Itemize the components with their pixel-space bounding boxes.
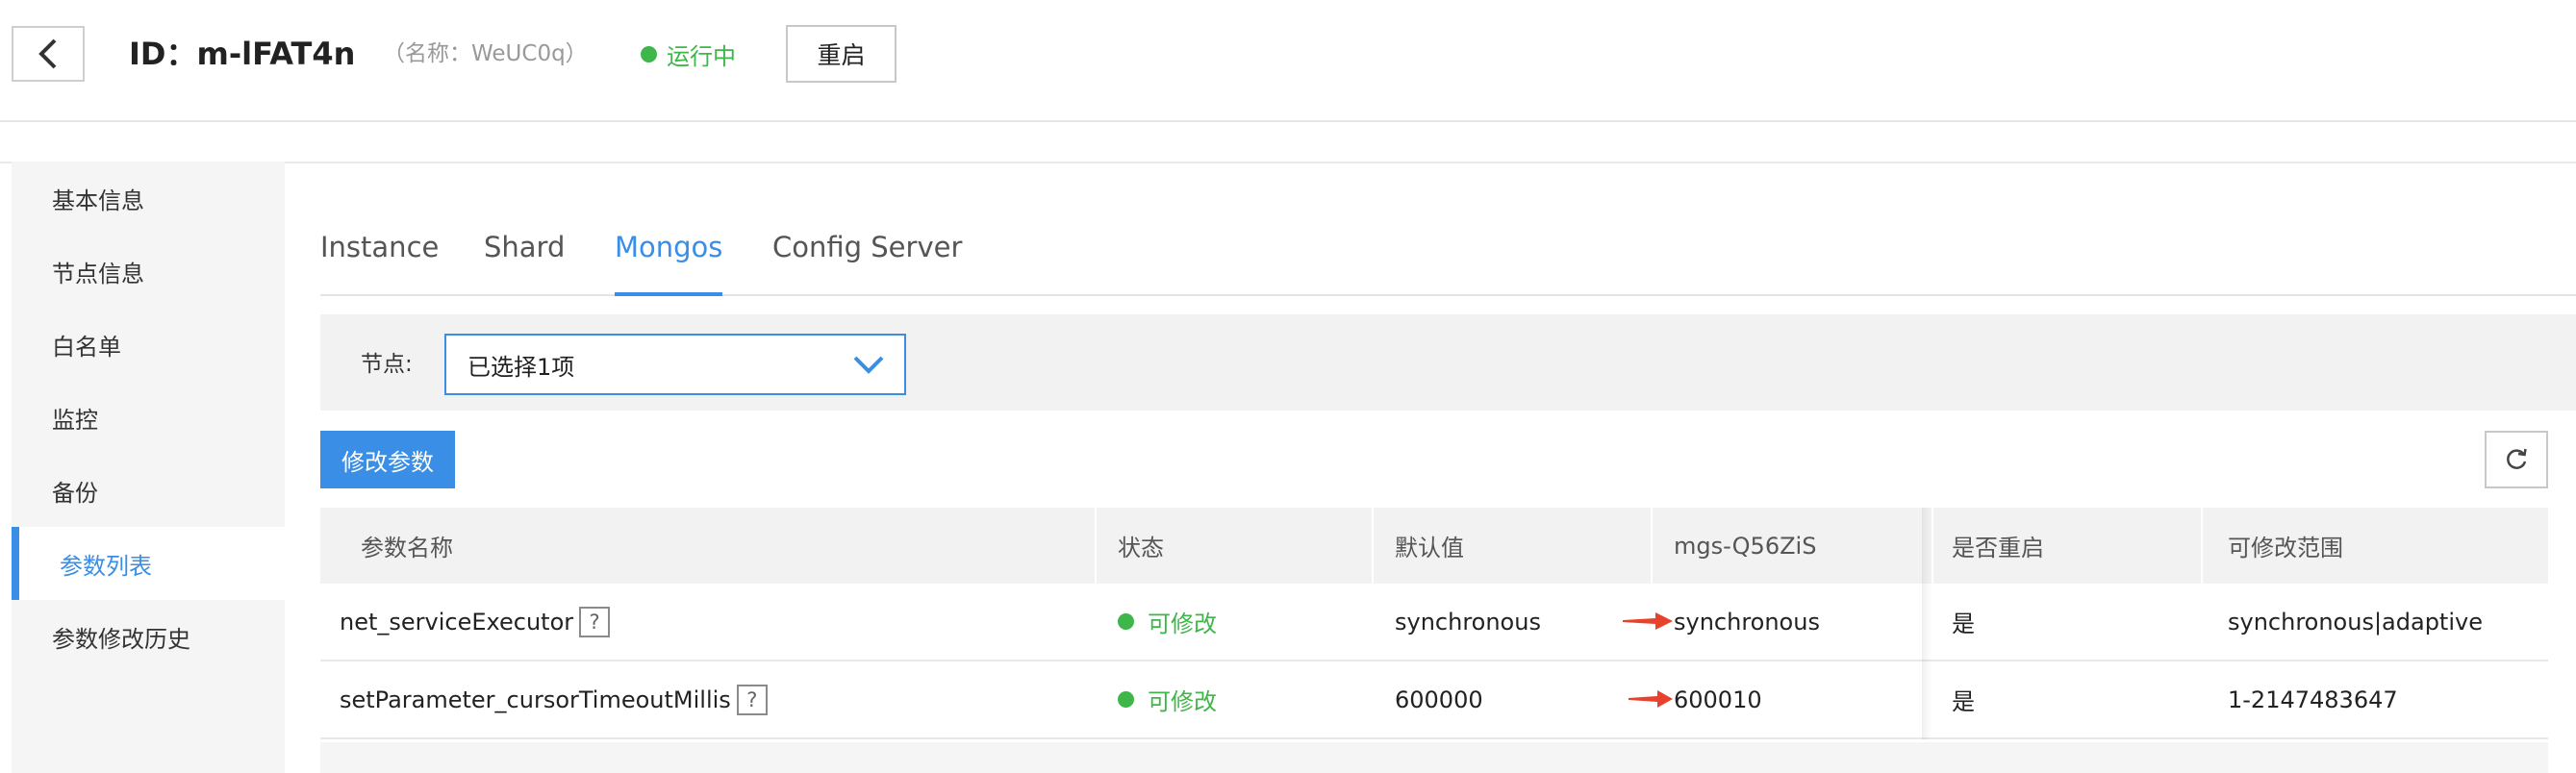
- parameter-default: 600000: [1395, 686, 1483, 713]
- tab-bar: Instance Shard Mongos Config Server: [320, 213, 2576, 296]
- sidebar-item-parameter-history[interactable]: 参数修改历史: [12, 600, 285, 673]
- sidebar-item-monitoring[interactable]: 监控: [12, 381, 285, 454]
- table-row: net_serviceExecutor ? 可修改 synchronous sy…: [320, 584, 2548, 661]
- tab-label: Instance: [320, 231, 440, 263]
- node-filter-label: 节点:: [361, 352, 413, 377]
- table-row: setParameter_cursorTimeoutMillis ? 可修改 6…: [320, 661, 2548, 739]
- tab-instance[interactable]: Instance: [320, 231, 439, 294]
- node-select[interactable]: 已选择1项: [444, 334, 906, 395]
- sidebar-item-whitelist[interactable]: 白名单: [12, 308, 285, 381]
- status-dot: [641, 45, 657, 62]
- parameter-name-cell: net_serviceExecutor ?: [340, 584, 611, 660]
- status-dot: [1118, 613, 1134, 630]
- refresh-icon: [2507, 448, 2527, 469]
- filter-bar: 节点: 已选择1项: [320, 314, 2576, 411]
- parameter-name: setParameter_cursorTimeoutMillis: [340, 686, 731, 713]
- fixed-column-shadow: [1922, 508, 1932, 739]
- parameter-status: 可修改: [1118, 584, 1217, 660]
- red-arrow-icon: [1623, 612, 1673, 630]
- sidebar-item-backup[interactable]: 备份: [12, 454, 285, 527]
- tab-label: Config Server: [772, 231, 963, 263]
- restart-button[interactable]: 重启: [786, 25, 897, 83]
- parameter-range: 1-2147483647: [2228, 686, 2398, 713]
- tab-shard[interactable]: Shard: [484, 231, 565, 294]
- page-title: ID：m-lFAT4n: [129, 36, 356, 72]
- refresh-button[interactable]: [2485, 431, 2548, 488]
- chevron-down-icon: [853, 356, 884, 374]
- parameter-name-cell: setParameter_cursorTimeoutMillis ?: [340, 661, 768, 737]
- sidebar-item-parameter-list[interactable]: 参数列表: [12, 527, 285, 600]
- column-header-name: 参数名称: [361, 535, 453, 561]
- content-divider: [0, 162, 2576, 163]
- tab-config-server[interactable]: Config Server: [772, 231, 962, 294]
- parameter-status-text: 可修改: [1148, 611, 1217, 637]
- parameter-default: synchronous: [1395, 608, 1541, 636]
- status-badge: 运行中: [641, 37, 736, 71]
- sidebar-item-node-info[interactable]: 节点信息: [12, 235, 285, 308]
- sidebar-item-basic-info[interactable]: 基本信息: [12, 162, 285, 235]
- parameter-name: net_serviceExecutor: [340, 608, 574, 636]
- table-header: 参数名称 状态 默认值 mgs-Q56ZiS 是否重启 可修改范围: [320, 508, 2548, 584]
- column-separator: [2201, 508, 2203, 584]
- parameter-current-value: synchronous: [1674, 608, 1820, 636]
- column-separator: [1932, 508, 1933, 584]
- parameter-current-value: 600010: [1674, 686, 1762, 713]
- parameter-status-text: 可修改: [1148, 688, 1217, 715]
- chevron-left-icon: [38, 38, 57, 69]
- red-arrow-icon: [1629, 690, 1673, 708]
- node-select-value: 已选择1项: [467, 353, 575, 381]
- help-icon[interactable]: ?: [579, 606, 611, 637]
- table-footer-strip: [320, 742, 2548, 773]
- help-icon[interactable]: ?: [736, 684, 768, 715]
- column-header-node-value: mgs-Q56ZiS: [1674, 532, 1817, 560]
- parameter-restart-required: 是: [1952, 688, 1975, 715]
- page-header: ID：m-lFAT4n （名称：WeUC0q） 运行中 重启: [0, 0, 2576, 122]
- column-separator: [1372, 508, 1374, 584]
- parameter-range: synchronous|adaptive: [2228, 608, 2483, 636]
- parameter-status: 可修改: [1118, 661, 1217, 737]
- sidebar: 基本信息 节点信息 白名单 监控 备份 参数列表 参数修改历史: [12, 162, 285, 773]
- column-header-default: 默认值: [1395, 535, 1464, 561]
- tab-mongos[interactable]: Mongos: [615, 231, 723, 296]
- instance-name: （名称：WeUC0q）: [383, 41, 588, 66]
- status-dot: [1118, 691, 1134, 708]
- tab-label: Shard: [484, 231, 566, 263]
- parameter-restart-required: 是: [1952, 611, 1975, 637]
- column-separator: [1651, 508, 1653, 584]
- back-button[interactable]: [12, 26, 85, 82]
- tab-active-underline: [615, 292, 723, 296]
- parameter-table: 参数名称 状态 默认值 mgs-Q56ZiS 是否重启 可修改范围 net_se…: [320, 508, 2548, 739]
- column-header-status: 状态: [1118, 535, 1164, 561]
- column-header-range: 可修改范围: [2228, 535, 2343, 561]
- column-separator: [1095, 508, 1097, 584]
- edit-parameters-button[interactable]: 修改参数: [320, 431, 455, 488]
- tab-label: Mongos: [615, 231, 723, 263]
- status-text: 运行中: [667, 42, 736, 70]
- column-header-restart: 是否重启: [1952, 535, 2044, 561]
